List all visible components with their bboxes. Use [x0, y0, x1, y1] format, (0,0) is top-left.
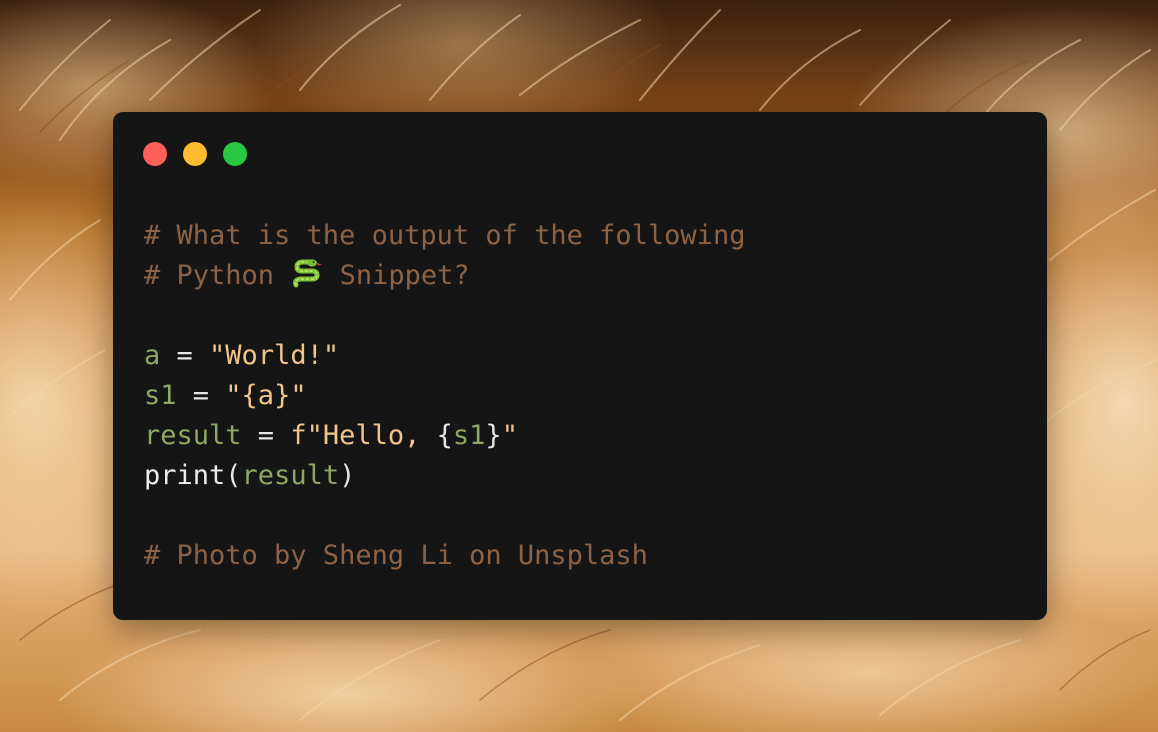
code-token-op: =	[176, 380, 226, 411]
code-token-var: result	[144, 420, 242, 451]
code-token-str: "World!"	[209, 340, 340, 371]
code-token-op: {	[436, 420, 453, 451]
code-token-comment: # Photo by Sheng Li on Unsplash	[144, 540, 648, 571]
code-token-comment: Snippet?	[323, 260, 470, 291]
code-token-fn: print	[144, 460, 226, 491]
code-line: # Python Snippet?	[144, 256, 745, 296]
code-token-comment: # What is the output of the following	[144, 220, 746, 251]
code-line: print(result)	[144, 456, 745, 496]
code-window: # What is the output of the following # P…	[113, 112, 1047, 620]
code-line: a = "World!"	[144, 336, 745, 376]
code-token-var: a	[144, 340, 161, 371]
maximize-button[interactable]	[223, 142, 247, 166]
code-token-op: }	[485, 420, 502, 451]
code-block: # What is the output of the following # P…	[144, 216, 745, 576]
code-line: # Photo by Sheng Li on Unsplash	[144, 536, 745, 576]
code-token-comment: # Python	[144, 260, 291, 291]
code-token-str: "{a}"	[225, 380, 307, 411]
code-line: # What is the output of the following	[144, 216, 745, 256]
minimize-button[interactable]	[183, 142, 207, 166]
code-token-op: =	[241, 420, 291, 451]
code-token-var: result	[241, 460, 340, 491]
code-token-var: s1	[144, 380, 177, 411]
code-token-op: (	[225, 460, 242, 491]
code-line: s1 = "{a}"	[144, 376, 745, 416]
code-token-op: =	[160, 340, 210, 371]
close-button[interactable]	[143, 142, 167, 166]
snake-icon	[290, 258, 323, 290]
code-token-str: f"Hello,	[290, 420, 437, 451]
code-token-var: s1	[452, 420, 486, 451]
code-token-op: )	[339, 460, 356, 491]
code-line: result = f"Hello, {s1}"	[144, 416, 745, 456]
code-token-str: "	[501, 420, 518, 451]
